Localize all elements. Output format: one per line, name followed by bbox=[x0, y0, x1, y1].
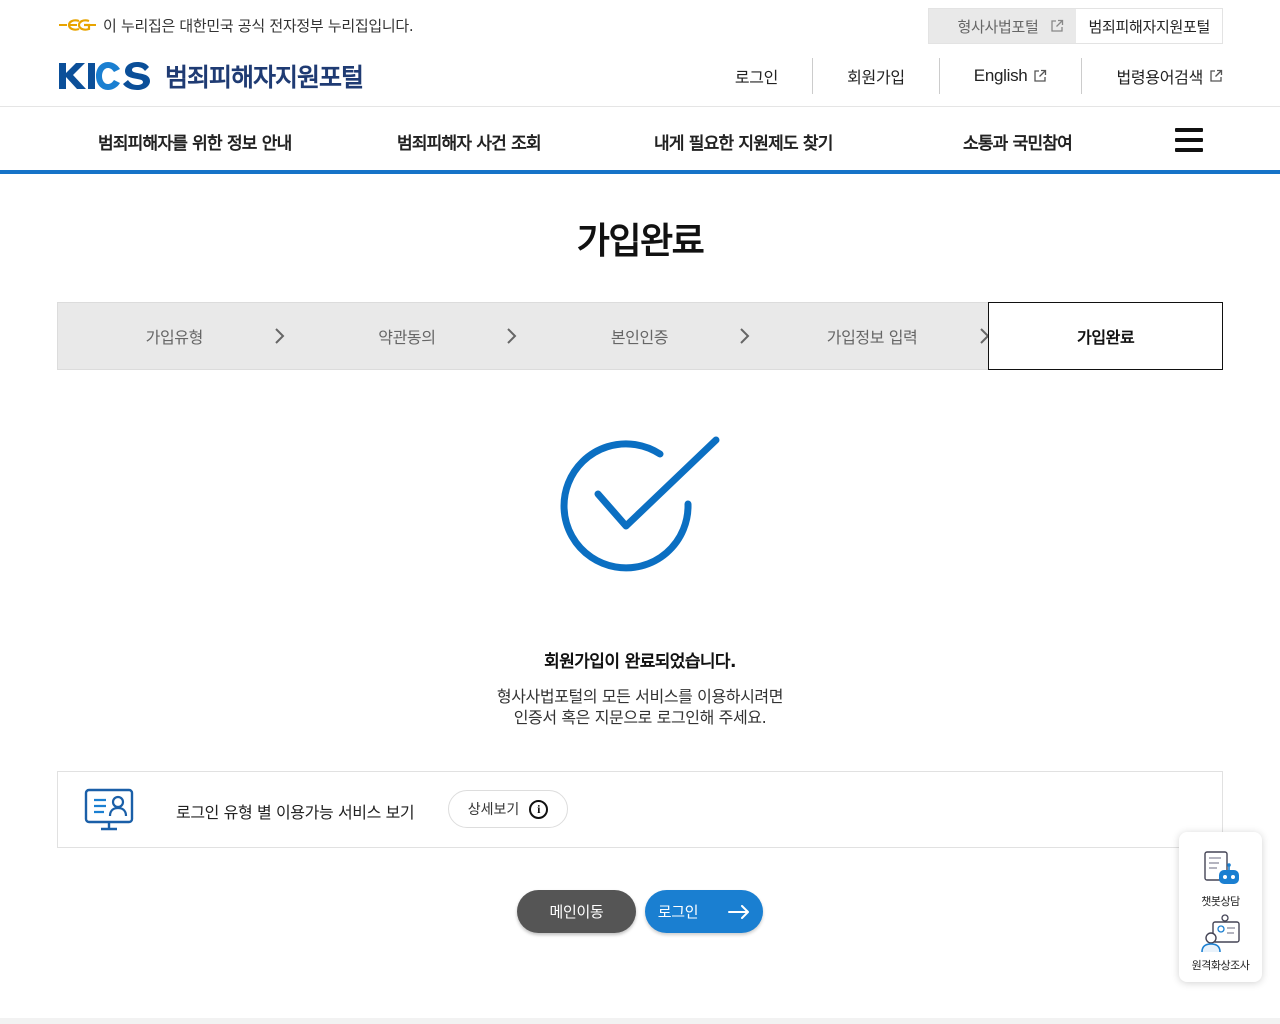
logo-portal-name: 범죄피해자지원포털 bbox=[165, 63, 364, 92]
step-label: 가입완료 bbox=[1077, 328, 1135, 347]
step-label: 가입정보 입력 bbox=[826, 328, 918, 347]
chatbot-label: 챗봇상담 bbox=[1201, 895, 1240, 908]
remote-video-survey-button[interactable]: 원격화상조사 bbox=[1179, 914, 1262, 973]
login-button[interactable]: 로그인 bbox=[645, 890, 763, 933]
gnb-communication[interactable]: 소통과 국민참여 bbox=[963, 129, 1073, 154]
portal-tab-label: 형사사법포털 bbox=[957, 17, 1039, 36]
kics-logo-icon bbox=[59, 62, 150, 90]
gnb-case-inquiry[interactable]: 범죄피해자 사건 조회 bbox=[397, 129, 542, 154]
step-item: 본인인증 bbox=[523, 303, 756, 369]
english-link-label: English bbox=[973, 66, 1028, 85]
go-main-label: 메인이동 bbox=[549, 904, 604, 921]
info-icon: i bbox=[529, 799, 549, 819]
success-check-icon bbox=[556, 432, 726, 577]
signup-steps: 가입유형 약관동의 본인인증 가입정보 입력 가입완료 bbox=[57, 302, 1223, 370]
step-label: 가입유형 bbox=[145, 328, 204, 347]
step-item-current: 가입완료 bbox=[988, 302, 1223, 370]
chatbot-robot-icon bbox=[1203, 851, 1239, 884]
detail-view-label: 상세보기 bbox=[467, 801, 520, 817]
chatbot-button[interactable]: 챗봇상담 bbox=[1179, 850, 1262, 909]
arrow-right-icon bbox=[728, 904, 750, 919]
video-consult-icon bbox=[1200, 914, 1240, 953]
gov-emblem-icon bbox=[59, 19, 96, 31]
floating-widget: 챗봇상담 원격화상조사 bbox=[1179, 832, 1262, 982]
go-main-button[interactable]: 메인이동 bbox=[517, 890, 636, 933]
legal-term-search-label: 법령용어검색 bbox=[1116, 68, 1203, 87]
chevron-right-icon bbox=[274, 328, 285, 344]
portal-tab-victim-support[interactable]: 범죄피해자지원포털 bbox=[1076, 9, 1222, 43]
login-link-label: 로그인 bbox=[734, 68, 779, 87]
completion-description-line: 형사사법포털의 모든 서비스를 이용하시려면 bbox=[496, 687, 784, 706]
gov-banner-text: 이 누리집은 대한민국 공식 전자정부 누리집입니다. bbox=[103, 16, 414, 35]
external-link-icon bbox=[1051, 19, 1064, 32]
step-item: 가입정보 입력 bbox=[756, 303, 990, 369]
external-link-icon bbox=[1034, 69, 1047, 82]
gov-banner: 이 누리집은 대한민국 공식 전자정부 누리집입니다. bbox=[57, 12, 414, 38]
site-logo[interactable]: 범죄피해자지원포털 bbox=[57, 58, 364, 94]
gnb-victim-info[interactable]: 범죄피해자를 위한 정보 안내 bbox=[98, 129, 292, 154]
portal-tabs: 형사사법포털 범죄피해자지원포털 bbox=[928, 8, 1223, 44]
completion-description-line: 인증서 혹은 지문으로 로그인해 주세요. bbox=[513, 708, 767, 727]
login-button-label: 로그인 bbox=[657, 904, 699, 921]
portal-tab-criminal-justice[interactable]: 형사사법포털 bbox=[929, 9, 1077, 43]
utility-nav: 로그인 회원가입 English 법령용어검색 bbox=[701, 58, 1223, 94]
gnb-find-support[interactable]: 내게 필요한 지원제도 찾기 bbox=[654, 129, 833, 154]
signup-link[interactable]: 회원가입 bbox=[812, 58, 939, 94]
signup-link-label: 회원가입 bbox=[847, 68, 905, 87]
login-type-info-box: 로그인 유형 별 이용가능 서비스 보기 상세보기 i bbox=[57, 771, 1223, 848]
portal-tab-label: 범죄피해자지원포털 bbox=[1088, 17, 1210, 36]
footer-divider bbox=[0, 1018, 1280, 1024]
step-item: 가입유형 bbox=[58, 303, 291, 369]
monitor-user-icon bbox=[84, 788, 134, 831]
gnb-accent-bar bbox=[0, 170, 1280, 174]
chevron-right-icon bbox=[740, 328, 750, 344]
external-link-icon bbox=[1210, 69, 1223, 82]
english-link[interactable]: English bbox=[938, 58, 1082, 94]
step-label: 본인인증 bbox=[610, 328, 669, 347]
completion-description: 형사사법포털의 모든 서비스를 이용하시려면 인증서 혹은 지문으로 로그인해 … bbox=[0, 686, 1280, 728]
completion-message: 회원가입이 완료되었습니다. bbox=[544, 652, 736, 672]
chevron-right-icon bbox=[507, 328, 517, 344]
hamburger-menu-icon[interactable] bbox=[1175, 128, 1203, 152]
page-title: 가입완료 bbox=[576, 221, 705, 262]
step-item: 약관동의 bbox=[291, 303, 524, 369]
login-type-info-text: 로그인 유형 별 이용가능 서비스 보기 bbox=[176, 803, 415, 822]
main-nav: 범죄피해자를 위한 정보 안내 범죄피해자 사건 조회 내게 필요한 지원제도 … bbox=[0, 107, 1280, 171]
detail-view-button[interactable]: 상세보기 i bbox=[448, 790, 568, 828]
login-link[interactable]: 로그인 bbox=[701, 58, 812, 94]
step-label: 약관동의 bbox=[378, 328, 436, 347]
legal-term-search-link[interactable]: 법령용어검색 bbox=[1081, 58, 1223, 94]
remote-video-label: 원격화상조사 bbox=[1191, 959, 1250, 972]
